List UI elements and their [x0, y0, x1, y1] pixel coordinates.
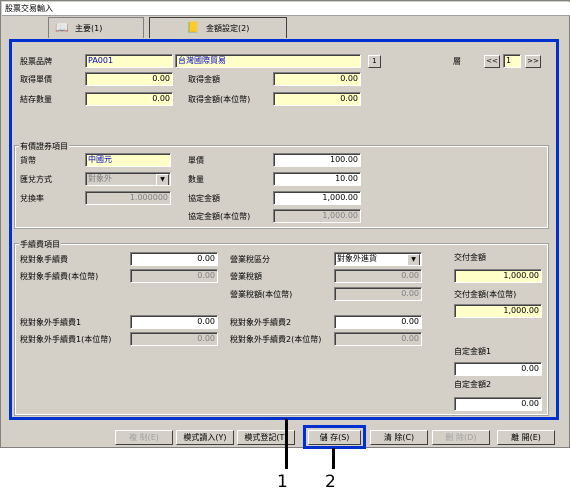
custom-amount1-label: 自定金額1 — [454, 347, 492, 356]
agreed-amount-base-label: 協定金額(本位幣) — [188, 212, 251, 221]
tab-amount-settings-label: 金額設定(2) — [206, 24, 250, 33]
nontax-fee2-label: 稅對象外手續費2 — [230, 318, 292, 327]
taxable-fee-base-field[interactable]: 0.00 — [130, 269, 218, 283]
agreed-amount-label: 協定金額 — [188, 194, 220, 203]
delivery-amount-label: 交付金額 — [454, 253, 486, 262]
copy-button[interactable]: 複 制(E) — [115, 430, 173, 445]
book-icon: 📖 — [55, 21, 69, 34]
nontax-fee2-base-field[interactable]: 0.00 — [334, 332, 422, 346]
tab-main-label: 主要(1) — [75, 24, 103, 33]
amount-base-field[interactable]: 0.00 — [273, 92, 361, 106]
layer-label: 層 — [453, 57, 461, 66]
callout-line-1 — [285, 419, 288, 469]
chevron-down-icon: ▼ — [407, 254, 420, 265]
nontax-fee1-label: 稅對象外手續費1 — [20, 318, 82, 327]
custom-amount1-field[interactable]: 0.00 — [454, 362, 542, 376]
amount-base-label: 取得金額(本位幣) — [188, 95, 251, 104]
nontax-fee1-base-label: 稅對象外手續費1(本位幣) — [20, 335, 112, 344]
business-tax-base-field[interactable]: 0.00 — [334, 287, 422, 301]
title-bar: 股票交易輸入 — [2, 2, 570, 16]
template-load-button[interactable]: 模式讀入(Y) — [176, 430, 234, 445]
fees-group-title: 手續費項目 — [19, 239, 61, 250]
business-tax-base-label: 營業稅額(本位幣) — [230, 290, 293, 299]
taxable-fee-field[interactable]: 0.00 — [130, 252, 218, 266]
tab-amount-settings[interactable]: 📒 金額設定(2) — [149, 17, 287, 38]
window-title: 股票交易輸入 — [5, 4, 53, 13]
currency-label: 貨幣 — [20, 156, 36, 165]
delivery-amount-base-label: 交付金額(本位幣) — [454, 290, 517, 299]
chevron-down-icon: ▼ — [156, 174, 169, 185]
prev-layer-button[interactable]: << — [484, 55, 500, 68]
delivery-amount-base-field[interactable]: 1,000.00 — [454, 304, 542, 318]
custom-amount2-label: 自定金額2 — [454, 380, 492, 389]
delivery-amount-field[interactable]: 1,000.00 — [454, 269, 542, 283]
agreed-amount-base-field[interactable]: 1,000.00 — [273, 209, 361, 223]
nontax-fee2-field[interactable]: 0.00 — [334, 315, 422, 329]
currency-field[interactable]: 中國元 — [85, 153, 171, 167]
unit-price-field[interactable]: 0.00 — [85, 72, 173, 86]
callout-line-2 — [332, 448, 335, 469]
ledger-icon: 📒 — [186, 21, 200, 34]
business-tax-type-value: 對象外進貨 — [337, 254, 377, 263]
stock-transaction-window: 股票交易輸入 📖 主要(1) 📒 金額設定(2) 股票品牌 PA001 台灣國際… — [0, 0, 570, 449]
price-label: 單價 — [188, 156, 204, 165]
business-tax-type-select[interactable]: 對象外進貨 ▼ — [334, 252, 422, 266]
next-layer-button[interactable]: >> — [525, 55, 541, 68]
qty-field[interactable]: 10.00 — [273, 172, 361, 186]
amount-field[interactable]: 0.00 — [273, 72, 361, 86]
business-tax-type-label: 營業稅區分 — [230, 255, 270, 264]
stock-label: 股票品牌 — [20, 57, 52, 66]
stock-name-field[interactable]: 台灣國際貿易 — [175, 54, 361, 68]
price-field[interactable]: 100.00 — [273, 153, 361, 167]
business-tax-label: 營業稅額 — [230, 272, 262, 281]
delete-button[interactable]: 刪 除(D) — [432, 430, 490, 445]
close-button[interactable]: 離 開(E) — [497, 430, 555, 445]
layer-field[interactable]: 1 — [503, 54, 521, 68]
quantity-field[interactable]: 0.00 — [85, 92, 173, 106]
taxable-fee-label: 稅對象手續費 — [20, 255, 68, 264]
securities-group-title: 有價證券項目 — [19, 141, 69, 152]
qty-label: 數量 — [188, 175, 204, 184]
nontax-fee1-base-field[interactable]: 0.00 — [130, 332, 218, 346]
clear-button[interactable]: 清 除(C) — [370, 430, 428, 445]
callout-number-1: 1 — [277, 472, 288, 492]
tab-main[interactable]: 📖 主要(1) — [48, 17, 144, 38]
agreed-amount-field[interactable]: 1,000.00 — [273, 191, 361, 205]
taxable-fee-base-label: 稅對象手續費(本位幣) — [20, 272, 99, 281]
exchange-rate-label: 兌換率 — [20, 194, 44, 203]
amount-label: 取得金額 — [188, 75, 220, 84]
stock-code-field[interactable]: PA001 — [85, 54, 173, 68]
quantity-label: 結存數量 — [20, 95, 52, 104]
custom-amount2-field[interactable]: 0.00 — [454, 397, 542, 411]
business-tax-field[interactable]: 0.00 — [334, 269, 422, 283]
exchange-rate-field[interactable]: 1.000000 — [85, 191, 171, 205]
unit-price-label: 取得單價 — [20, 75, 52, 84]
stock-lookup-button[interactable]: 1 — [368, 55, 381, 68]
exchange-method-label: 匯兌方式 — [20, 175, 52, 184]
exchange-method-select[interactable]: 對象外 ▼ — [85, 172, 171, 186]
nontax-fee2-base-label: 稅對象外手續費2(本位幣) — [230, 335, 322, 344]
save-button[interactable]: 儲 存(S) — [308, 430, 361, 445]
callout-number-2: 2 — [325, 472, 336, 492]
nontax-fee1-field[interactable]: 0.00 — [130, 315, 218, 329]
exchange-method-value: 對象外 — [88, 174, 112, 183]
